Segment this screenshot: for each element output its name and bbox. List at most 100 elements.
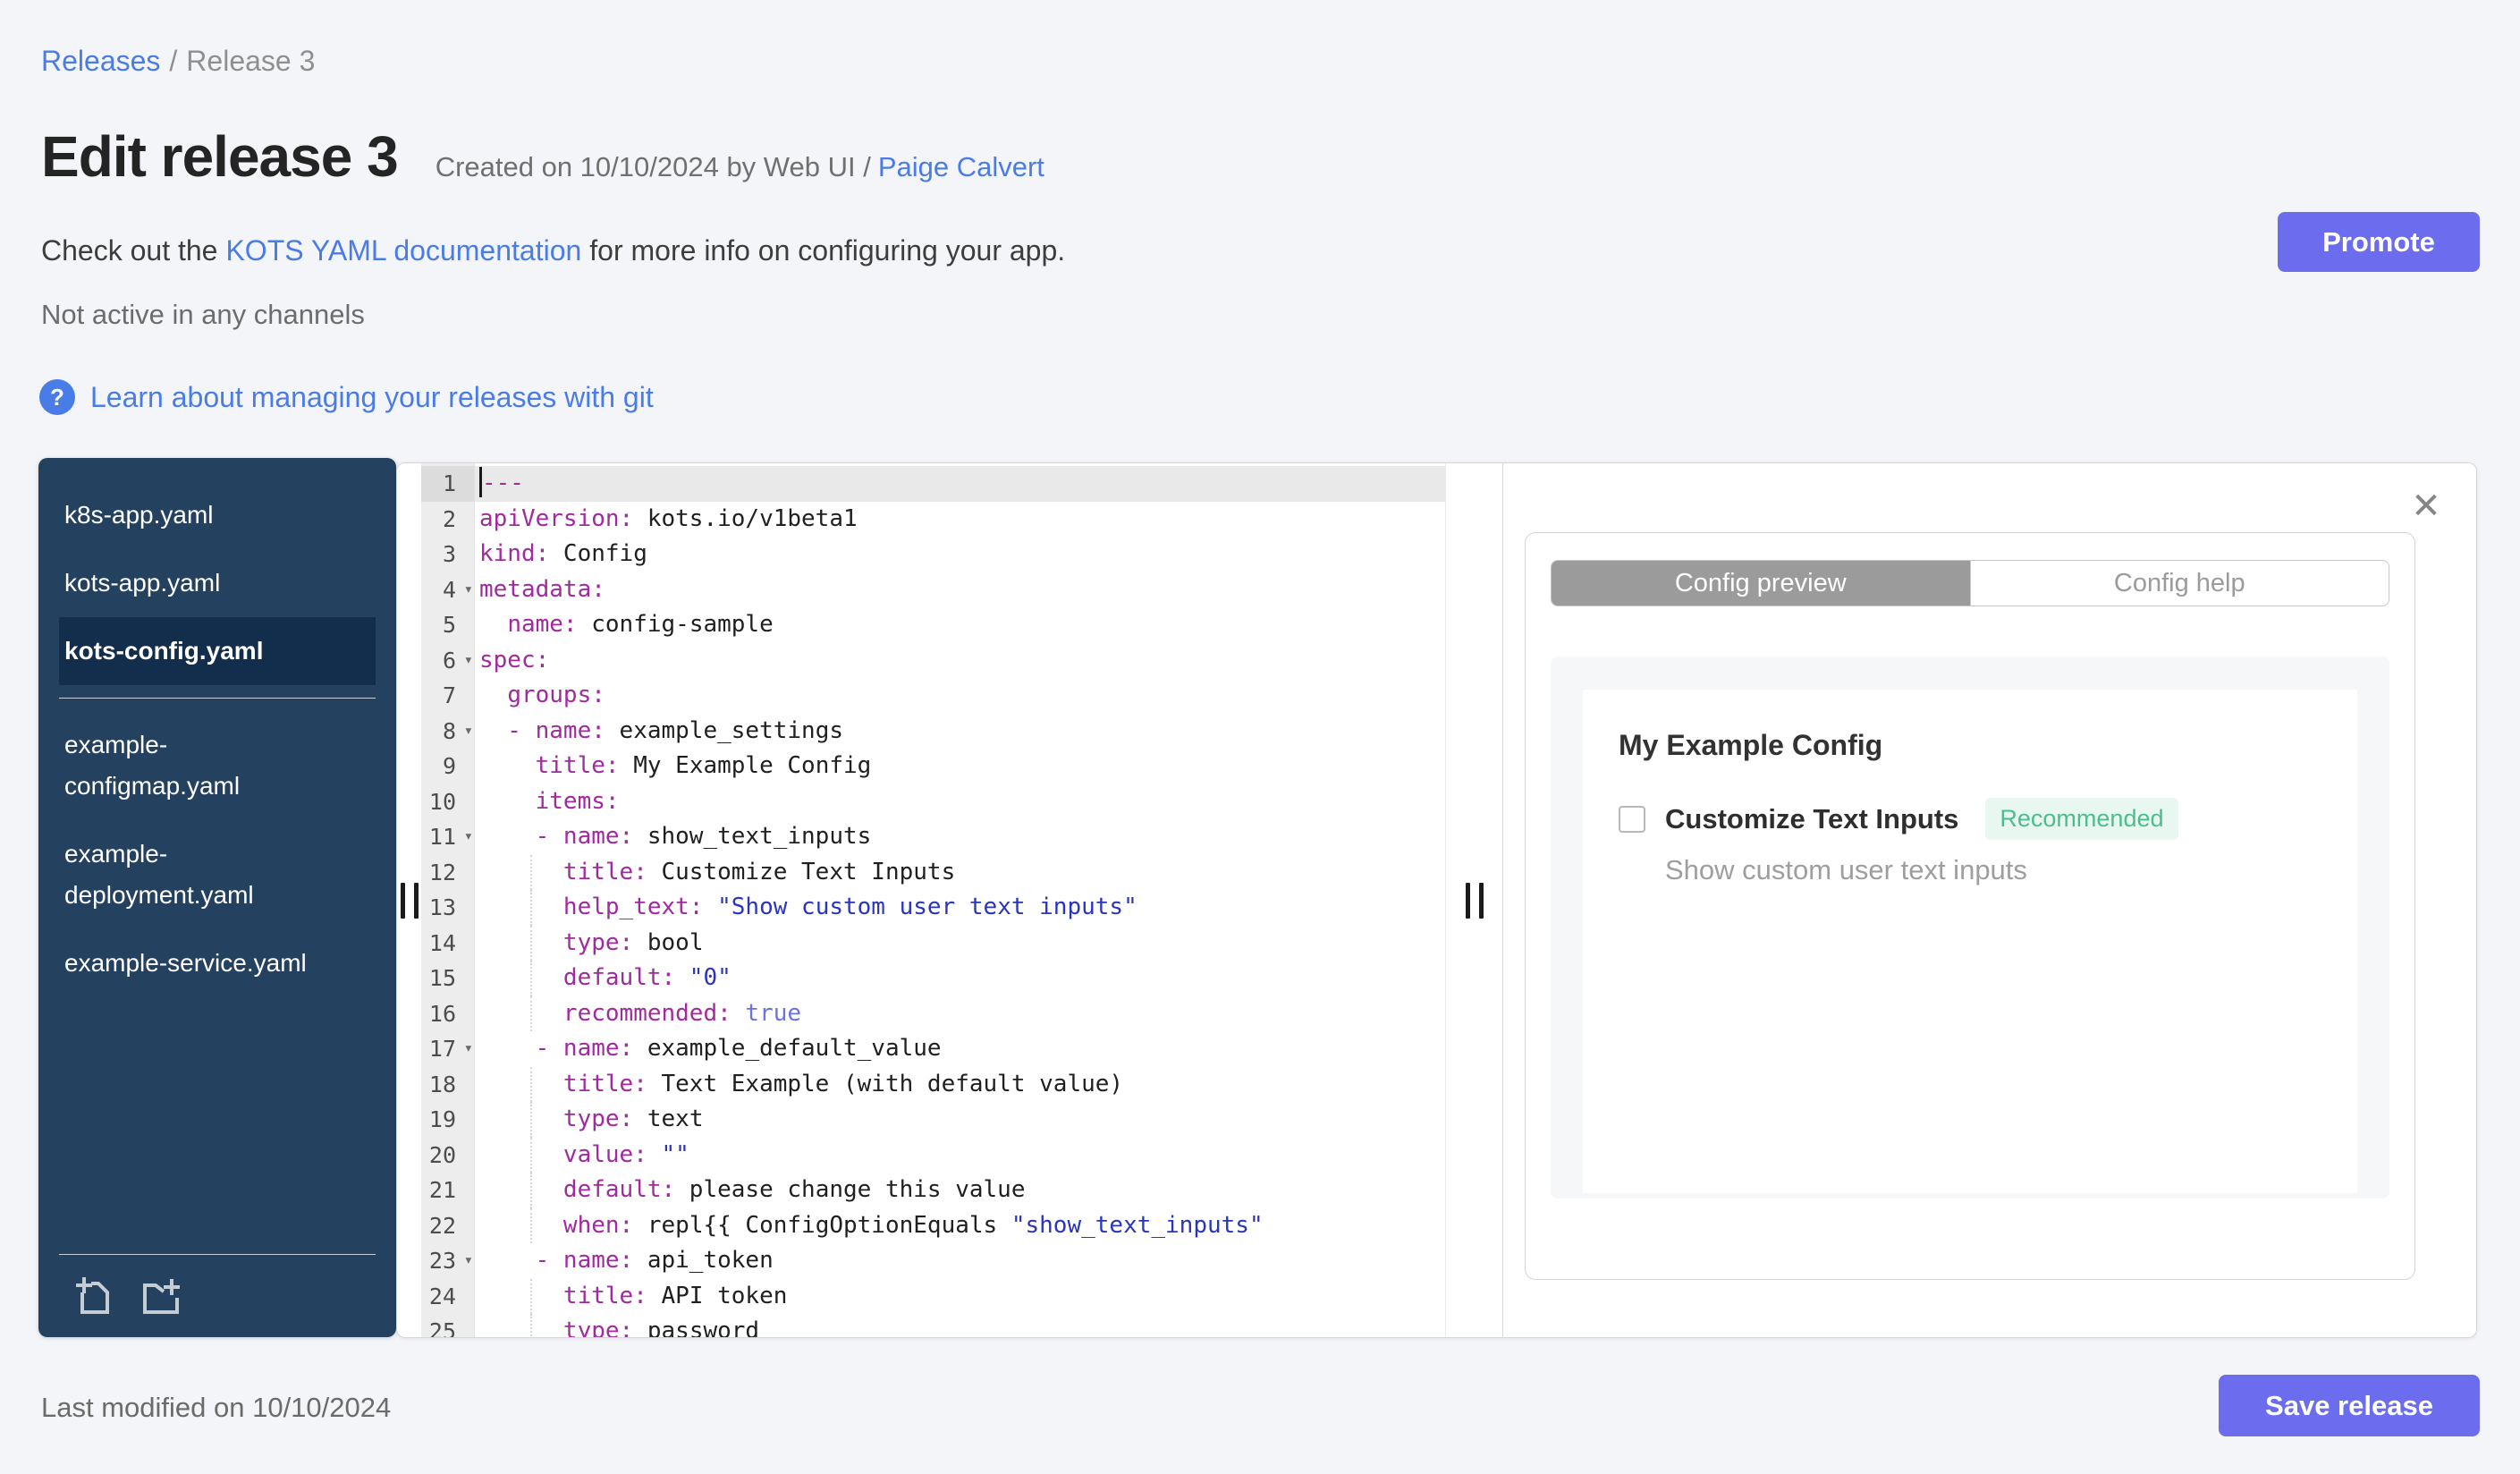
line-number: 24 [428, 1283, 456, 1309]
code-line[interactable]: title: Customize Text Inputs [475, 854, 1445, 890]
code-line[interactable]: groups: [475, 678, 1445, 714]
code-line[interactable]: - name: example_settings [475, 714, 1445, 750]
code-token: - name: [479, 1035, 634, 1062]
fold-arrow-icon[interactable]: ▾ [464, 819, 473, 855]
created-line: Created on 10/10/2024 by Web UI / Paige C… [436, 151, 1044, 183]
file-sidebar: k8s-app.yaml kots-app.yaml kots-config.yam… [38, 458, 396, 1337]
created-text: Created on 10/10/2024 by Web UI / [435, 151, 871, 182]
indent-guide [530, 1137, 532, 1173]
code-token: kots.io/v1beta1 [633, 504, 858, 532]
close-icon[interactable]: ✕ [2406, 487, 2446, 526]
file-label: kots-app.yaml [64, 569, 221, 597]
code-line[interactable]: title: Text Example (with default value) [475, 1066, 1445, 1102]
fold-arrow-icon[interactable]: ▾ [464, 643, 473, 679]
code-token: Text Example (with default value) [647, 1070, 1124, 1097]
code-line[interactable]: value: "" [475, 1137, 1445, 1173]
sidebar-file-example-service.yaml[interactable]: example-service.yaml [59, 929, 376, 997]
code-line[interactable]: default: please change this value [475, 1173, 1445, 1208]
code-line[interactable]: type: password [475, 1314, 1445, 1337]
code-line[interactable]: metadata: [475, 572, 1445, 608]
upload-file-icon[interactable] [72, 1273, 114, 1316]
code-line[interactable]: title: My Example Config [475, 749, 1445, 784]
code-line[interactable]: spec: [475, 643, 1445, 679]
code-token: items: [535, 787, 620, 815]
code-token: My Example Config [619, 752, 872, 779]
pane-resize-handle-left[interactable] [400, 882, 419, 919]
code-token: groups: [507, 682, 605, 708]
breadcrumb-releases-link[interactable]: Releases [41, 45, 160, 77]
new-file-icon[interactable] [140, 1273, 182, 1316]
code-token: metadata: [479, 575, 605, 603]
code-line[interactable]: kind: Config [475, 537, 1445, 572]
fold-arrow-icon[interactable]: ▾ [464, 714, 473, 750]
code-token: recommended: [562, 999, 731, 1027]
code-token: when: [562, 1211, 634, 1239]
line-number: 17 ▾ [421, 1031, 474, 1067]
code-line[interactable]: apiVersion: kots.io/v1beta1 [475, 502, 1445, 538]
sidebar-file-k8s-app.yaml[interactable]: k8s-app.yaml [59, 481, 376, 549]
code-line[interactable]: - name: example_default_value [475, 1031, 1445, 1067]
last-modified-text: Last modified on 10/10/2024 [41, 1392, 392, 1423]
tab-config-help[interactable]: Config help [1969, 561, 2389, 606]
code-line[interactable]: default: "0" [475, 961, 1445, 996]
code-line[interactable]: title: API token [475, 1278, 1445, 1314]
config-preview-card: Config preview Config help My Example Co… [1525, 532, 2415, 1280]
customize-text-inputs-checkbox[interactable] [1619, 805, 1645, 833]
breadcrumb-current: Release 3 [186, 45, 316, 77]
save-release-button[interactable]: Save release [2219, 1375, 2480, 1436]
yaml-editor[interactable]: 1 2 3 4 ▾ 5 6 ▾ 7 8 ▾ 9 10 11 ▾ 12 13 14 15 16 17 ▾ 18 19 20 21 22… [421, 463, 1446, 1337]
title-row: Edit release 3 Created on 10/10/2024 by … [41, 123, 1044, 190]
fold-arrow-icon[interactable]: ▾ [464, 1031, 473, 1067]
config-item-label: Customize Text Inputs [1665, 802, 1959, 834]
indent-guide [530, 1207, 532, 1243]
promote-button[interactable]: Promote [2278, 212, 2480, 272]
code-line[interactable]: type: bool [475, 925, 1445, 961]
code-line[interactable]: name: config-sample [475, 607, 1445, 643]
file-list-bottom: example-configmap.yaml example-deployment… [59, 711, 376, 997]
tab-config-preview[interactable]: Config preview [1552, 561, 1970, 606]
breadcrumb-separator: / [169, 45, 178, 77]
fold-arrow-icon[interactable]: ▾ [464, 572, 473, 608]
line-number: 16 [428, 1000, 456, 1027]
editor-code[interactable]: --- apiVersion: kots.io/v1beta1 kind: Conf… [475, 463, 1445, 1337]
help-question-icon: ? [39, 379, 75, 415]
code-token: text [633, 1106, 704, 1132]
created-by-link[interactable]: Paige Calvert [878, 151, 1044, 182]
indent-guide [530, 925, 532, 961]
sidebar-file-kots-app.yaml[interactable]: kots-app.yaml [59, 549, 376, 617]
code-token: --- [482, 470, 524, 496]
code-line[interactable]: - name: api_token [475, 1243, 1445, 1279]
code-line[interactable]: items: [475, 784, 1445, 820]
code-token: type: [562, 928, 634, 956]
code-line[interactable]: type: text [475, 1102, 1445, 1138]
code-token: name: [507, 611, 578, 638]
sidebar-file-example-configmap.yaml[interactable]: example-configmap.yaml [59, 711, 376, 820]
channel-status: Not active in any channels [41, 299, 365, 330]
line-number: 3 [442, 541, 456, 567]
code-token: please change this value [675, 1176, 1026, 1203]
sidebar-file-example-deployment.yaml[interactable]: example-deployment.yaml [59, 820, 376, 929]
code-line[interactable]: recommended: true [475, 995, 1445, 1031]
code-line[interactable]: help_text: "Show custom user text inputs… [475, 890, 1445, 926]
kots-yaml-doc-link[interactable]: KOTS YAML documentation [225, 234, 581, 267]
fold-arrow-icon[interactable]: ▾ [464, 1243, 473, 1279]
sidebar-file-kots-config.yaml[interactable]: kots-config.yaml [59, 617, 376, 685]
code-line[interactable]: --- [475, 466, 1445, 502]
code-token: Config [549, 540, 647, 567]
code-line[interactable]: - name: show_text_inputs [475, 819, 1445, 855]
line-number: 18 [428, 1071, 456, 1097]
git-releases-link[interactable]: Learn about managing your releases with … [90, 381, 654, 414]
code-token: spec: [479, 646, 550, 673]
code-token: default: [562, 964, 676, 991]
pane-resize-handle-right[interactable] [1465, 882, 1484, 919]
code-line[interactable]: when: repl{{ ConfigOptionEquals "show_te… [475, 1207, 1445, 1243]
line-number: 13 [428, 894, 456, 920]
